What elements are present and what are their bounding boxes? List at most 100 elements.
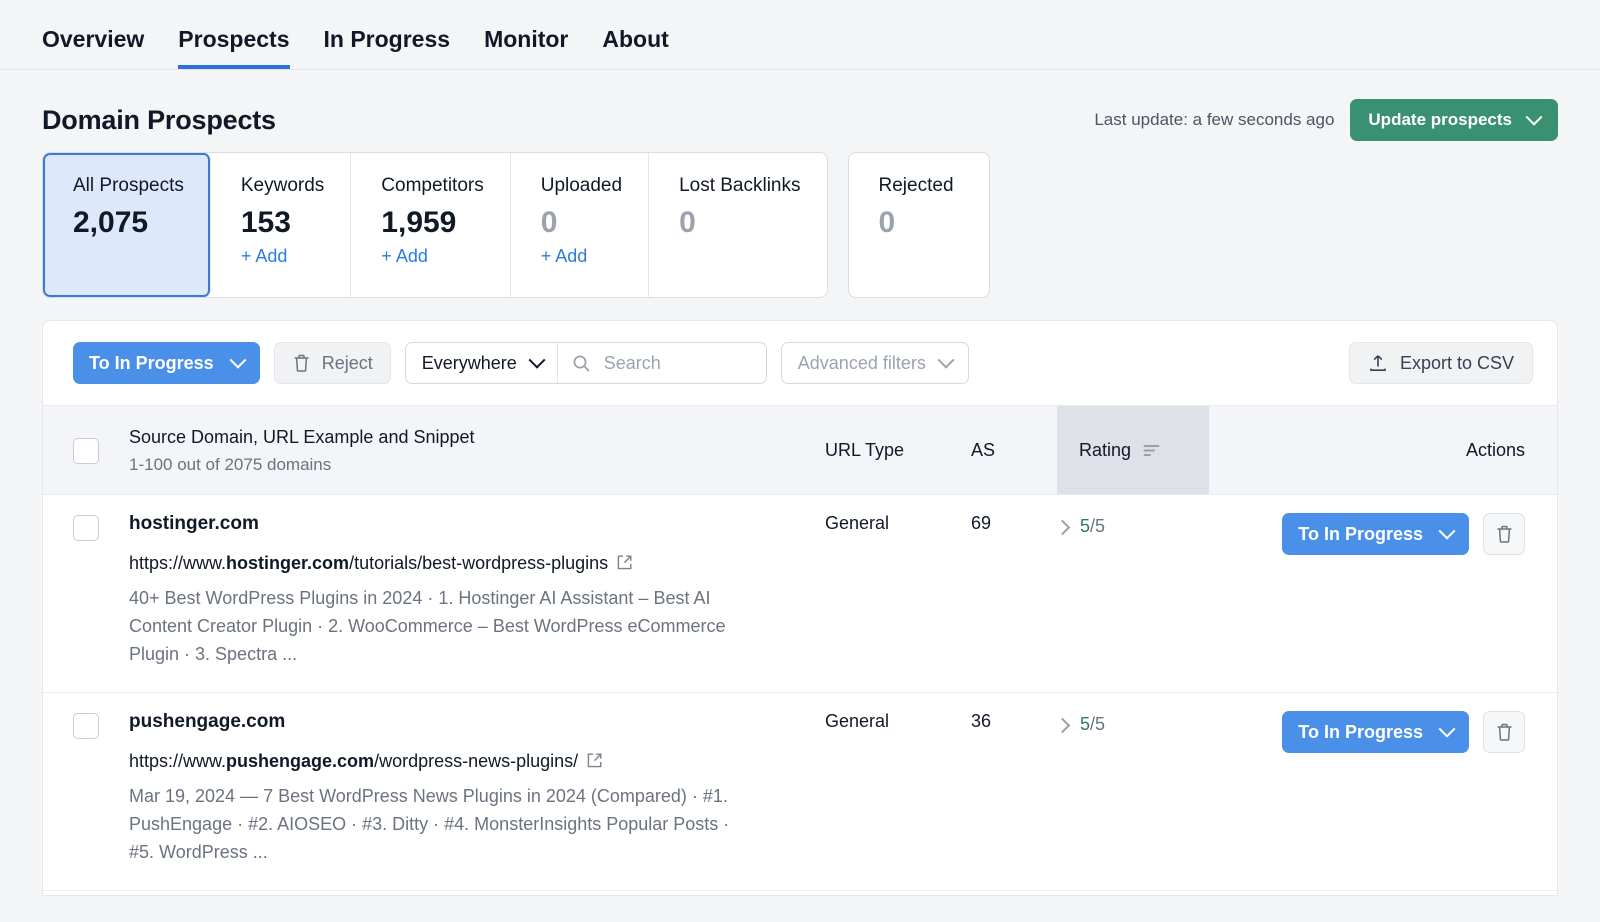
row-url-type: General [825, 513, 890, 533]
nav-tab-overview[interactable]: Overview [42, 28, 144, 69]
update-prospects-button[interactable]: Update prospects [1350, 99, 1558, 141]
bulk-reject-button[interactable]: Reject [273, 342, 391, 384]
chevron-down-icon [1438, 720, 1456, 738]
card-add-competitors-link[interactable]: + Add [381, 246, 483, 267]
prospect-cards-group: All Prospects 2,075 Keywords 153 + Add C… [42, 152, 828, 298]
row-snippet: Mar 19, 2024 — 7 Best WordPress News Plu… [129, 786, 730, 863]
row-domain-cell: hostinger.com https://www.hostinger.com/… [129, 513, 825, 669]
chevron-right-icon[interactable] [1054, 519, 1071, 536]
row-url-type-cell: General [825, 711, 971, 732]
card-competitors[interactable]: Competitors 1,959 + Add [351, 153, 511, 297]
row-url-type: General [825, 711, 890, 731]
external-link-icon[interactable] [616, 554, 633, 571]
row-rating-total: /5 [1090, 714, 1106, 734]
header-rating[interactable]: Rating [1057, 406, 1209, 494]
search-input[interactable] [601, 351, 750, 375]
row-rating-score: 5 [1080, 516, 1091, 536]
row-rating-total: /5 [1090, 516, 1106, 536]
scope-and-search: Everywhere [404, 342, 767, 384]
page-header-actions: Last update: a few seconds ago Update pr… [1094, 99, 1558, 141]
card-rejected[interactable]: Rejected 0 [847, 152, 990, 298]
advanced-filters-label: Advanced filters [797, 352, 926, 373]
advanced-filters-button[interactable]: Advanced filters [780, 342, 969, 384]
card-value: 0 [878, 205, 896, 239]
row-url[interactable]: https://www.hostinger.com/tutorials/best… [129, 552, 795, 575]
chevron-down-icon [229, 351, 247, 369]
prospect-source-cards: All Prospects 2,075 Keywords 153 + Add C… [0, 144, 1600, 298]
nav-tab-monitor[interactable]: Monitor [484, 28, 568, 69]
card-label: All Prospects [73, 175, 184, 196]
row-url-path: /wordpress-news-plugins/ [374, 751, 579, 771]
row-to-in-progress-button[interactable]: To In Progress [1282, 513, 1469, 555]
main-navigation: Overview Prospects In Progress Monitor A… [0, 0, 1600, 70]
nav-tab-in-progress[interactable]: In Progress [324, 28, 451, 69]
card-add-uploaded-link[interactable]: + Add [541, 246, 622, 267]
header-url-type-label: URL Type [825, 439, 905, 460]
select-all-checkbox[interactable] [73, 438, 99, 464]
card-label: Lost Backlinks [679, 175, 801, 196]
nav-tab-prospects[interactable]: Prospects [178, 28, 290, 69]
table-toolbar: To In Progress Reject Everywhere Search … [43, 321, 1557, 405]
export-to-csv-button[interactable]: Export to CSV [1348, 342, 1533, 384]
row-url-type-cell: General [825, 513, 971, 534]
bulk-to-in-progress-button[interactable]: To In Progress [73, 342, 260, 384]
table-row: hostinger.com https://www.hostinger.com/… [43, 495, 1557, 693]
card-lost-backlinks[interactable]: Lost Backlinks 0 [649, 153, 826, 297]
external-link-icon[interactable] [586, 752, 603, 769]
card-add-keywords-link[interactable]: + Add [241, 246, 324, 267]
table-row: pushengage.com https://www.pushengage.co… [43, 693, 1557, 891]
page-header: Domain Prospects Last update: a few seco… [0, 70, 1600, 144]
card-value: 1,959 [381, 205, 457, 239]
nav-tab-about[interactable]: About [602, 28, 668, 69]
export-to-csv-label: Export to CSV [1399, 352, 1514, 373]
row-url-domain: pushengage.com [226, 751, 375, 771]
header-rating-label: Rating [1079, 439, 1132, 460]
chevron-right-icon[interactable] [1054, 717, 1071, 734]
row-rating-value: 5/5 [1080, 513, 1105, 537]
scope-select[interactable]: Everywhere [406, 343, 558, 383]
row-delete-button[interactable] [1483, 711, 1525, 753]
header-as: AS [971, 406, 1057, 494]
row-actions-cell: To In Progress [1209, 711, 1557, 753]
prospects-panel: To In Progress Reject Everywhere Search … [42, 320, 1558, 896]
card-uploaded[interactable]: Uploaded 0 + Add [511, 153, 650, 297]
header-source-domain-label: Source Domain, URL Example and Snippet [129, 426, 475, 447]
row-rating-cell: 5/5 [1054, 711, 1209, 735]
card-label: Competitors [381, 175, 484, 196]
card-value: 0 [679, 205, 696, 239]
row-rating-score: 5 [1080, 714, 1091, 734]
row-checkbox[interactable] [73, 515, 99, 541]
card-label: Uploaded [540, 175, 623, 196]
row-select-cell [43, 513, 129, 541]
row-domain-name[interactable]: hostinger.com [129, 513, 795, 535]
bulk-reject-label: Reject [321, 352, 373, 373]
card-label: Rejected [878, 175, 954, 196]
card-all-prospects[interactable]: All Prospects 2,075 [43, 153, 211, 297]
header-actions-label: Actions [1465, 439, 1525, 460]
sort-icon[interactable] [1143, 444, 1160, 457]
header-pagination-count: 1-100 out of 2075 domains [129, 455, 332, 475]
row-url-prefix: https://www. [129, 751, 227, 771]
row-url[interactable]: https://www.pushengage.com/wordpress-new… [129, 750, 795, 773]
trash-icon [1495, 722, 1514, 742]
row-as-cell: 69 [971, 513, 1057, 534]
row-checkbox[interactable] [73, 713, 99, 739]
row-to-in-progress-label: To In Progress [1298, 721, 1423, 742]
row-url-domain: hostinger.com [226, 553, 350, 573]
row-domain-name[interactable]: pushengage.com [129, 711, 795, 733]
header-source-domain: Source Domain, URL Example and Snippet 1… [129, 406, 825, 494]
table-header-row: Source Domain, URL Example and Snippet 1… [43, 405, 1557, 495]
row-rating-value: 5/5 [1080, 711, 1105, 735]
row-as-value: 69 [971, 513, 992, 533]
row-to-in-progress-label: To In Progress [1298, 523, 1423, 544]
card-keywords[interactable]: Keywords 153 + Add [211, 153, 352, 297]
row-delete-button[interactable] [1483, 513, 1525, 555]
search-box[interactable] [558, 343, 766, 383]
row-to-in-progress-button[interactable]: To In Progress [1282, 711, 1469, 753]
card-value: 0 [540, 205, 558, 239]
chevron-down-icon [1525, 108, 1543, 126]
select-all-cell [43, 406, 129, 494]
last-update-text: Last update: a few seconds ago [1094, 110, 1335, 129]
chevron-down-icon [528, 351, 546, 369]
trash-icon [1495, 524, 1514, 544]
